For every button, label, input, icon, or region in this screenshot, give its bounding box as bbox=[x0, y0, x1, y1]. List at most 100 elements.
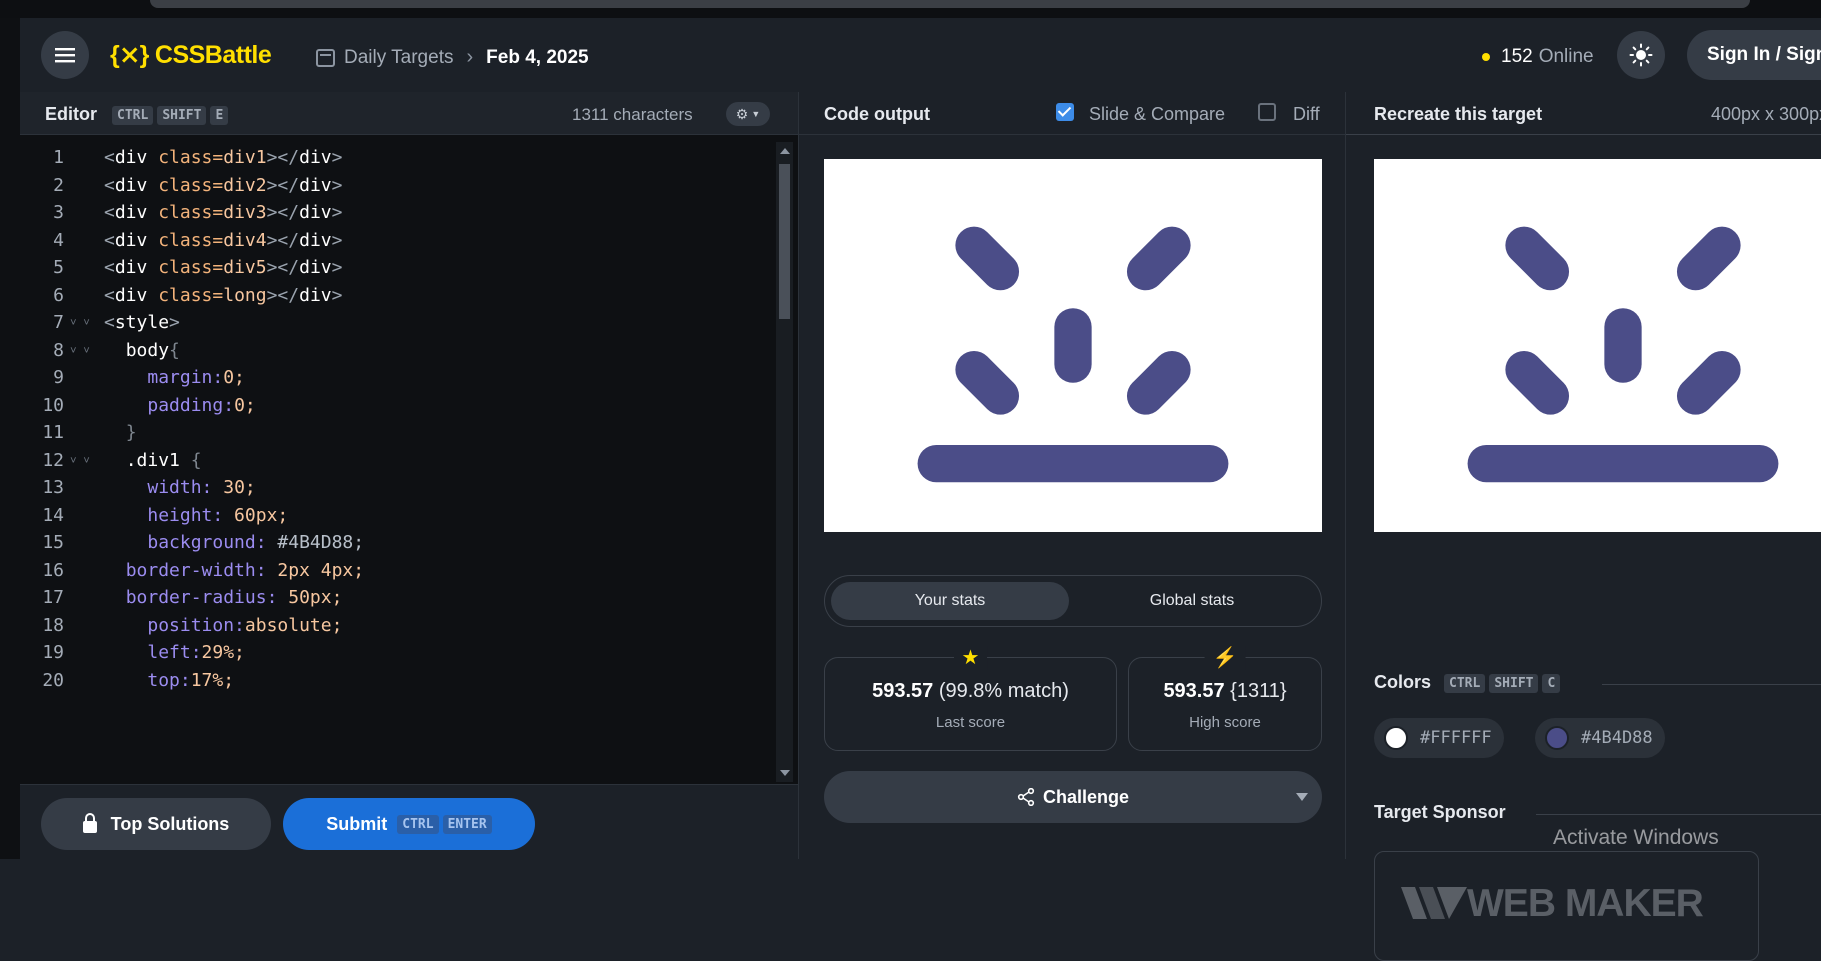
output-canvas[interactable] bbox=[824, 159, 1322, 532]
shape-div5 bbox=[1126, 350, 1191, 415]
online-status: 152 Online bbox=[1482, 46, 1594, 68]
chevron-right-icon: › bbox=[466, 46, 474, 68]
tab-global-stats[interactable]: Global stats bbox=[1073, 582, 1311, 620]
high-score-value: 593.57 {1311} bbox=[1129, 680, 1321, 703]
code-selector: .div1 bbox=[125, 449, 180, 471]
code-prop: padding: bbox=[147, 394, 235, 416]
last-score: 593.57 bbox=[872, 680, 934, 702]
color-dot bbox=[1545, 726, 1569, 750]
code-value: 2px 4px; bbox=[266, 559, 365, 581]
target-size: 400px x 300px bbox=[1711, 104, 1821, 124]
slide-compare-checkbox[interactable] bbox=[1056, 103, 1074, 121]
sun-icon bbox=[1629, 43, 1653, 67]
diff-checkbox[interactable] bbox=[1258, 103, 1276, 121]
code-prop: background: bbox=[147, 532, 267, 553]
logo[interactable]: {⨯} CSSBattle bbox=[110, 40, 272, 70]
output-panel: Code output Slide & Compare Diff Your st… bbox=[798, 92, 1346, 859]
diff-label[interactable]: Diff bbox=[1293, 104, 1320, 125]
code-prop: left: bbox=[147, 642, 202, 663]
kbd-ctrl: CTRL bbox=[112, 105, 154, 125]
theme-toggle-button[interactable] bbox=[1617, 31, 1665, 79]
sign-in-button[interactable]: Sign In / Sign bbox=[1687, 30, 1821, 80]
code-selector: body bbox=[125, 339, 170, 361]
breadcrumb: Daily Targets › Feb 4, 2025 bbox=[316, 46, 589, 69]
scroll-up-icon[interactable] bbox=[780, 148, 790, 154]
submit-button[interactable]: Submit CTRL ENTER bbox=[283, 798, 535, 850]
code-tag: style bbox=[114, 312, 170, 333]
kbd-e: E bbox=[210, 105, 229, 125]
target-shape-4 bbox=[1505, 350, 1570, 415]
stats-toggle: Your stats Global stats bbox=[824, 575, 1322, 627]
hamburger-icon bbox=[55, 48, 75, 63]
caret-down-icon[interactable] bbox=[1296, 793, 1308, 801]
calendar-icon bbox=[316, 48, 335, 67]
code-tag: div bbox=[114, 202, 148, 223]
last-match: (99.8% match) bbox=[938, 680, 1069, 702]
target-shape-5 bbox=[1676, 350, 1741, 415]
color-hex: #4B4D88 bbox=[1581, 728, 1653, 748]
code-value: 60px; bbox=[223, 504, 289, 526]
code-tag: div bbox=[114, 257, 148, 278]
lock-icon bbox=[82, 813, 97, 833]
color-swatch-white[interactable]: #FFFFFF bbox=[1374, 718, 1504, 758]
last-score-label: Last score bbox=[935, 714, 1006, 731]
top-solutions-button[interactable]: Top Solutions bbox=[41, 798, 271, 850]
code-tag: div bbox=[114, 284, 148, 306]
target-shape-3 bbox=[1604, 308, 1642, 383]
scrollbar-thumb[interactable] bbox=[779, 164, 790, 319]
target-shape-1 bbox=[1505, 226, 1570, 291]
target-shapes bbox=[1467, 226, 1779, 483]
color-dot bbox=[1384, 726, 1408, 750]
bolt-icon: ⚡ bbox=[1204, 646, 1246, 670]
code-value: div2 bbox=[223, 174, 267, 196]
editor-panel: Editor CTRL SHIFT E 1311 characters ⚙ ▼ 1 <d… bbox=[20, 92, 798, 860]
colors-title: Colors CTRL SHIFT C bbox=[1374, 672, 1561, 693]
gear-icon: ⚙ bbox=[735, 105, 749, 122]
code-brace: } bbox=[125, 422, 137, 443]
top-header: {⨯} CSSBattle Daily Targets › Feb 4, 2025… bbox=[20, 18, 1821, 93]
code-prop: border-width: bbox=[125, 559, 267, 581]
browser-scrollbar[interactable] bbox=[150, 0, 1750, 8]
editor-scrollbar[interactable] bbox=[776, 142, 793, 782]
challenge-button[interactable]: Challenge bbox=[824, 771, 1322, 823]
breadcrumb-section[interactable]: Daily Targets bbox=[344, 47, 453, 69]
editor-title: Editor CTRL SHIFT E bbox=[45, 104, 229, 125]
editor-settings-button[interactable]: ⚙ ▼ bbox=[726, 102, 770, 126]
code-editor[interactable]: 1 <div class=div1></div> 2 <div class=div2… bbox=[20, 142, 780, 772]
top-solutions-label: Top Solutions bbox=[110, 813, 230, 834]
shape-long bbox=[917, 444, 1229, 483]
target-canvas[interactable] bbox=[1374, 159, 1821, 532]
kbd-shift: SHIFT bbox=[1489, 673, 1539, 693]
code-value: 50px; bbox=[277, 587, 343, 608]
code-value: div1 bbox=[223, 147, 267, 168]
kbd-ctrl: CTRL bbox=[1444, 673, 1486, 693]
code-prop: height: bbox=[147, 504, 224, 526]
tab-your-stats[interactable]: Your stats bbox=[831, 582, 1069, 620]
high-score: 593.57 bbox=[1163, 680, 1225, 702]
code-prop: margin: bbox=[147, 367, 224, 388]
code-attr: class= bbox=[158, 202, 224, 223]
editor-header: Editor CTRL SHIFT E 1311 characters ⚙ ▼ bbox=[20, 92, 798, 135]
shape-div3 bbox=[1054, 308, 1092, 383]
high-chars: {1311} bbox=[1230, 680, 1287, 702]
menu-button[interactable] bbox=[41, 31, 89, 79]
divider bbox=[1346, 134, 1821, 135]
sponsor-card[interactable]: WEB MAKER bbox=[1374, 851, 1759, 961]
target-panel: Recreate this target 400px x 300px Color… bbox=[1345, 92, 1821, 961]
color-swatch-purple[interactable]: #4B4D88 bbox=[1535, 718, 1665, 758]
scroll-down-icon[interactable] bbox=[780, 770, 790, 776]
code-value: div4 bbox=[223, 229, 267, 251]
code-value: #4B4D88; bbox=[266, 532, 365, 553]
online-count: 152 bbox=[1501, 46, 1533, 67]
editor-title-text: Editor bbox=[45, 104, 97, 124]
challenge-label: Challenge bbox=[824, 787, 1322, 808]
sponsor-title: Target Sponsor bbox=[1374, 802, 1506, 822]
code-attr: class= bbox=[158, 229, 224, 251]
slide-compare-label[interactable]: Slide & Compare bbox=[1089, 104, 1225, 125]
code-value: 17%; bbox=[190, 669, 235, 691]
kbd-shift: SHIFT bbox=[157, 105, 207, 125]
code-attr: class= bbox=[158, 174, 224, 196]
activate-windows-watermark: Activate Windows bbox=[1553, 826, 1719, 849]
share-icon bbox=[1017, 787, 1035, 807]
code-value: 0; bbox=[234, 394, 256, 416]
